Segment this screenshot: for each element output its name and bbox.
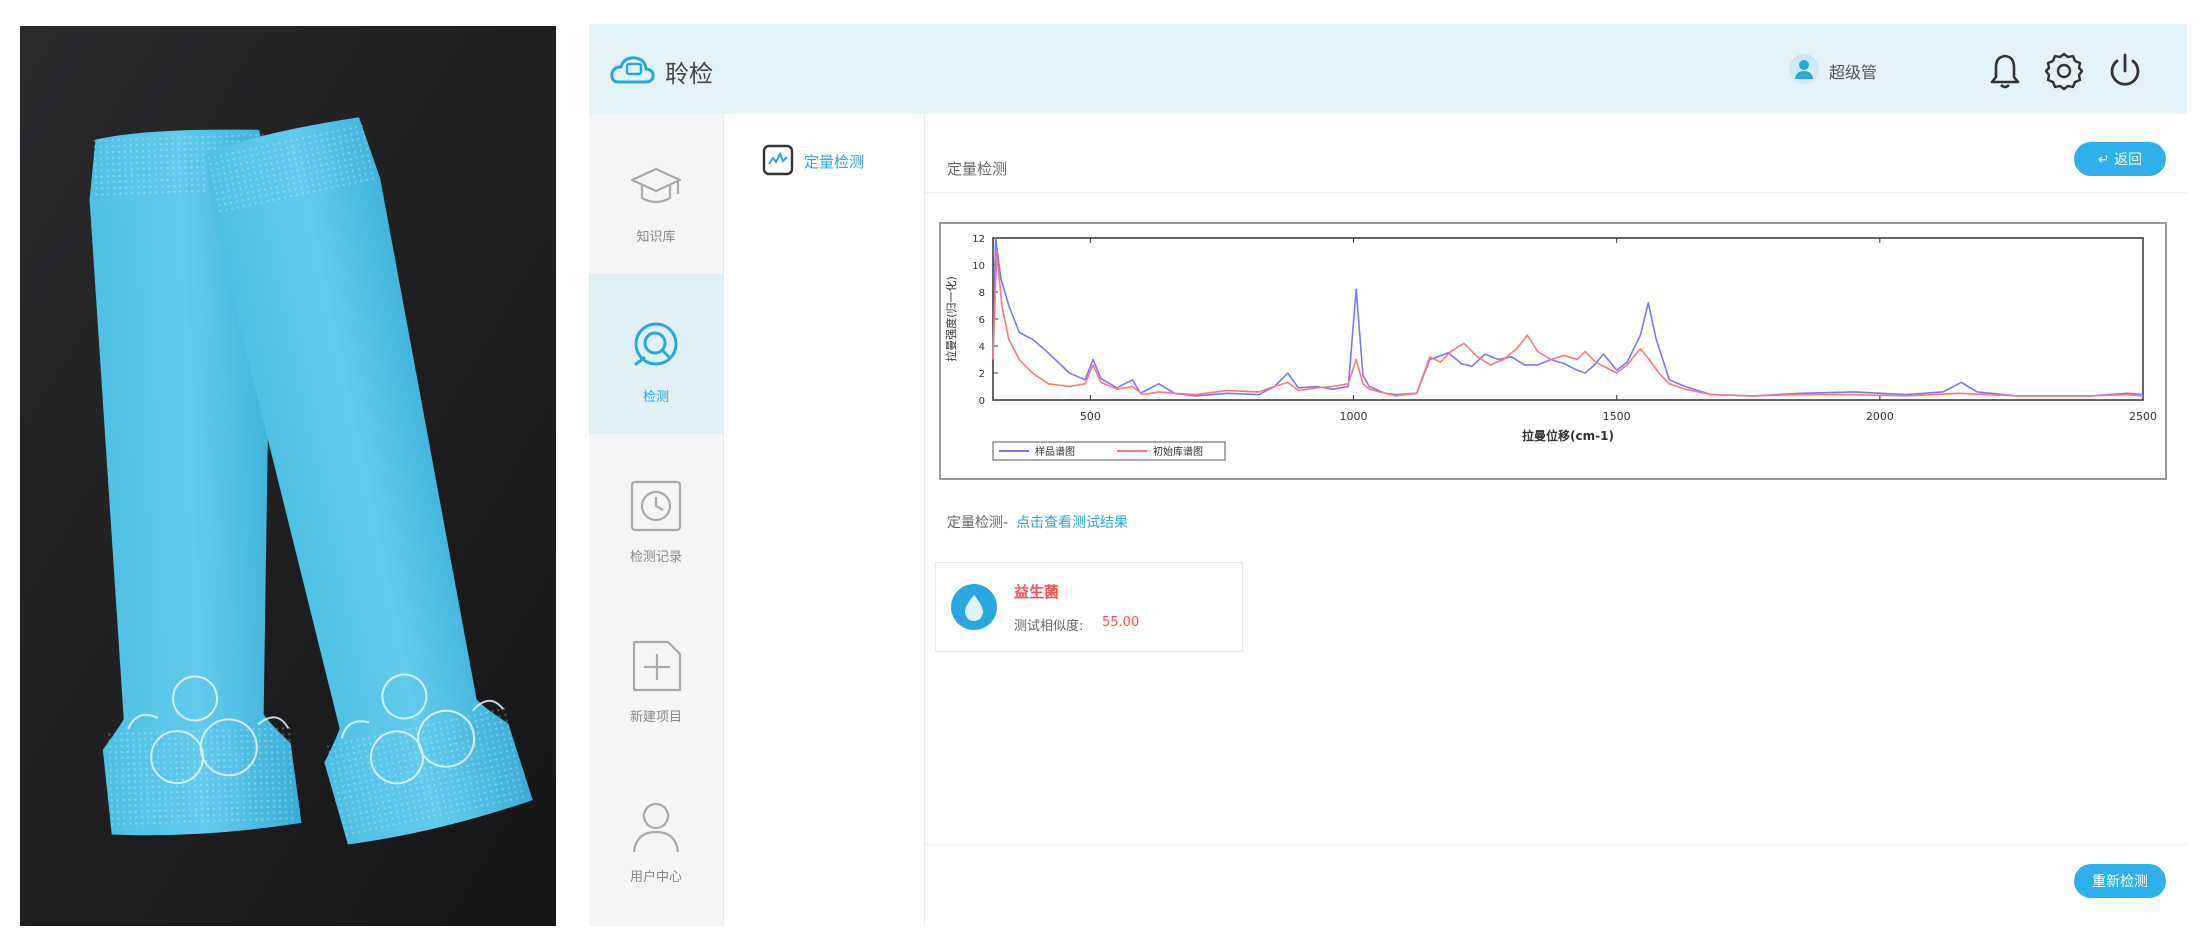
result-score-value: 55.00 [1102, 615, 1140, 630]
legend-label: 初始库谱图 [1153, 445, 1203, 458]
nav-label: 知识库 [636, 230, 676, 245]
subnav-label: 定量检测 [804, 153, 865, 171]
graduation-cap-icon [630, 167, 682, 204]
y-tick-label: 8 [979, 288, 985, 299]
water-drop-icon [951, 584, 997, 630]
user-name[interactable]: 超级管 [1829, 59, 1877, 83]
nav-item-history[interactable]: 检测记录 [589, 434, 723, 594]
result-title: 定量检测- 点击查看测试结果 [947, 512, 1128, 532]
x-tick-label: 2000 [1866, 410, 1894, 423]
y-tick-label: 0 [979, 396, 985, 407]
section-title: 定量检测 [947, 160, 1008, 178]
nav-item-knowledge-base[interactable]: 知识库 [589, 114, 723, 274]
y-axis-label: 拉曼强度(归一化) [944, 276, 958, 362]
x-axis-label: 拉曼位移(cm-1) [1522, 428, 1614, 443]
result-score-label: 测试相似度: [1014, 619, 1084, 634]
nav-label: 新建项目 [629, 710, 682, 725]
user-icon [632, 802, 680, 853]
gear-icon[interactable] [2044, 51, 2084, 91]
sub-nav: 定量检测 [724, 114, 925, 926]
view-result-link[interactable]: 点击查看测试结果 [1016, 515, 1128, 531]
y-tick-label: 2 [979, 369, 985, 380]
top-bar: 聆检 超级管 [589, 24, 2187, 114]
x-tick-label: 2500 [2129, 410, 2157, 423]
series-line-sample [992, 237, 2144, 397]
user-avatar[interactable] [1789, 54, 1819, 84]
user-avatar-icon [1795, 60, 1813, 79]
spectrum-chart-svg: 500 1000 1500 2000 2500 0 2 4 6 8 10 12 拉曼位移(cm-1) 拉曼… [944, 234, 2157, 461]
app-window: 聆检 超级管 知识库 检测 检测记录 新建项目 用户中心 定量检测 定量检测 ↵… [589, 24, 2187, 926]
add-square-icon [632, 640, 682, 692]
power-icon[interactable] [2105, 51, 2145, 91]
divider [925, 844, 2187, 845]
nav-label: 用户中心 [629, 870, 682, 885]
nav-label: 检测 [642, 390, 669, 405]
x-tick-label: 1500 [1603, 410, 1631, 423]
nav-item-user-center[interactable]: 用户中心 [589, 754, 723, 914]
x-tick-label: 1000 [1340, 410, 1368, 423]
product-photo-illustration [20, 26, 556, 926]
nav-item-new-project[interactable]: 新建项目 [589, 594, 723, 754]
result-title-text: 定量检测- [947, 515, 1009, 531]
spectrum-chart: 500 1000 1500 2000 2500 0 2 4 6 8 10 12 拉曼位移(cm-1) 拉曼… [939, 222, 2167, 480]
cloud-logo-icon [609, 52, 657, 88]
product-photo [20, 26, 556, 926]
nav-item-detect[interactable]: 检测 [589, 274, 723, 434]
back-label: 返回 [2114, 152, 2143, 168]
series-line-reference [992, 250, 2144, 397]
y-tick-label: 12 [972, 234, 985, 245]
result-name: 益生菌 [1014, 583, 1060, 601]
result-card[interactable]: 益生菌 测试相似度: 55.00 [935, 562, 1243, 652]
nav-label: 检测记录 [629, 550, 682, 565]
detect-icon [634, 322, 678, 366]
main-content: 定量检测 ↵ 返回 500 1000 1500 2000 2500 0 2 4 6 8 10 12 拉曼… [925, 114, 2187, 926]
plot-area [992, 237, 2144, 401]
bell-icon[interactable] [1985, 51, 2025, 91]
y-tick-label: 4 [979, 342, 985, 353]
y-tick-label: 6 [979, 315, 985, 326]
back-arrow-icon: ↵ [2097, 152, 2110, 168]
retest-button[interactable]: 重新检测 [2074, 864, 2166, 898]
x-tick-label: 500 [1080, 410, 1101, 423]
divider [925, 192, 2187, 193]
left-nav: 知识库 检测 检测记录 新建项目 用户中心 [589, 114, 724, 926]
history-clock-icon [630, 480, 682, 532]
back-button[interactable]: ↵ 返回 [2074, 142, 2166, 176]
legend-label: 样品谱图 [1035, 445, 1075, 458]
spectrum-icon [762, 144, 794, 176]
app-name: 聆检 [665, 60, 713, 88]
y-tick-label: 10 [972, 261, 985, 272]
